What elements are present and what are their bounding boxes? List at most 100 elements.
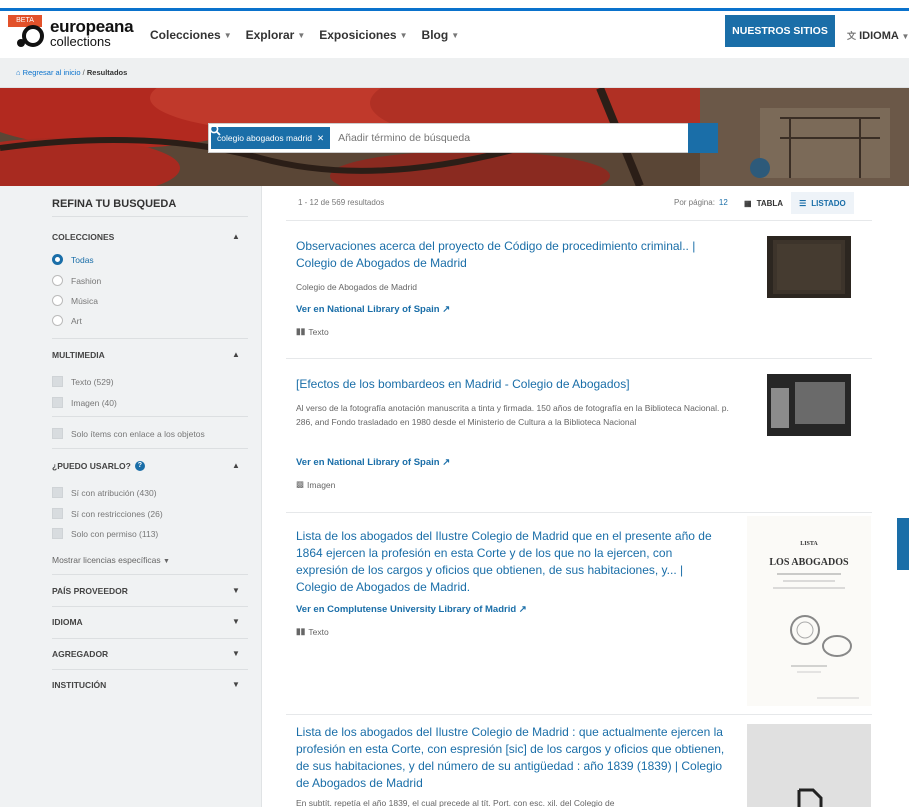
breadcrumb-home-link[interactable]: Regresar al inicio [23, 68, 81, 77]
facet-multimedia-title[interactable]: MULTIMEDIA [52, 350, 105, 360]
divider [52, 669, 248, 670]
chevron-down-icon[interactable]: ▼ [232, 617, 240, 626]
search-term-pill[interactable]: colegio abogados madrid ✕ [211, 127, 331, 149]
chevron-down-icon: ▼ [451, 30, 460, 40]
divider [52, 448, 248, 449]
divider [286, 512, 872, 513]
chevron-up-icon[interactable]: ▲ [232, 350, 240, 359]
book-icon: ▮▮ [296, 626, 306, 636]
divider [52, 574, 248, 575]
feedback-tab[interactable] [897, 518, 909, 570]
thumbnail-image [767, 374, 851, 436]
divider [286, 358, 872, 359]
checkbox-icon [52, 397, 63, 408]
view-toggle: ▦ TABLA ☰ LISTADO [736, 192, 854, 214]
divider [52, 216, 248, 217]
thumbnail-image [773, 573, 859, 699]
result-thumbnail-3[interactable]: LISTA LOS ABOGADOS [747, 516, 871, 706]
checkbox-icon [52, 376, 63, 387]
result-title-1[interactable]: Observaciones acerca del proyecto de Cód… [296, 238, 726, 272]
chevron-down-icon[interactable]: ▼ [232, 680, 240, 689]
divider [286, 714, 872, 715]
result-thumbnail-4[interactable] [747, 724, 871, 807]
per-page-selector[interactable]: Por página: 12 [674, 198, 728, 207]
language-selector[interactable]: 文 IDIOMA ▼ [847, 29, 909, 42]
facet-idioma-title[interactable]: IDIOMA [52, 617, 83, 627]
facet-pais-title[interactable]: PAÍS PROVEEDOR [52, 586, 128, 596]
chevron-down-icon: ▼ [901, 32, 909, 41]
facet-option-permiso[interactable]: Solo con permiso (113) [52, 528, 158, 539]
list-icon: ☰ [799, 198, 807, 208]
facet-option-todas[interactable]: Todas [52, 254, 94, 265]
checkbox-icon [52, 487, 63, 498]
breadcrumb-current: Resultados [86, 68, 128, 77]
view-table-button[interactable]: ▦ TABLA [736, 192, 791, 214]
facet-option-art[interactable]: Art [52, 315, 82, 326]
nav-colecciones[interactable]: Colecciones ▼ [150, 28, 232, 42]
main-nav: Colecciones ▼ Explorar ▼ Exposiciones ▼ Blo… [150, 28, 459, 42]
result-thumbnail-1[interactable] [767, 236, 851, 298]
divider [52, 606, 248, 607]
result-type-1: ▮▮ Texto [296, 326, 329, 337]
facet-option-musica[interactable]: Música [52, 295, 98, 306]
result-provider-link-3[interactable]: Ver en Complutense University Library of… [296, 604, 527, 615]
result-desc-2: Al verso de la fotografía anotación manu… [296, 403, 729, 427]
result-title-4[interactable]: Lista de los abogados del Ilustre Colegi… [296, 724, 726, 792]
result-provider-link-1[interactable]: Ver en National Library of Spain ↗ [296, 304, 450, 315]
external-link-icon: ↗ [442, 304, 451, 315]
europeana-logo[interactable]: BETA europeana collections [8, 15, 138, 57]
facet-option-linked[interactable]: Solo ítems con enlace a los objetos [52, 428, 205, 439]
nav-explorar[interactable]: Explorar ▼ [246, 28, 306, 42]
facet-option-restricciones[interactable]: Sí con restricciones (26) [52, 508, 163, 519]
results-count: 1 - 12 de 569 resultados [298, 198, 385, 207]
facet-option-imagen[interactable]: Imagen (40) [52, 397, 117, 408]
nuestros-sitios-button[interactable]: NUESTROS SITIOS [725, 15, 835, 47]
view-list-button[interactable]: ☰ LISTADO [791, 192, 854, 214]
result-provider-link-2[interactable]: Ver en National Library of Spain ↗ [296, 457, 450, 468]
facet-institucion-title[interactable]: INSTITUCIÓN [52, 680, 106, 690]
facet-usarlo-title[interactable]: ¿PUEDO USARLO?? [52, 461, 145, 471]
nav-exposiciones[interactable]: Exposiciones ▼ [319, 28, 407, 42]
search-button[interactable] [209, 123, 718, 153]
nav-blog[interactable]: Blog ▼ [422, 28, 460, 42]
chevron-up-icon[interactable]: ▲ [232, 232, 240, 241]
facet-colecciones-title[interactable]: COLECCIONES [52, 232, 114, 242]
result-thumbnail-2[interactable] [767, 374, 851, 436]
divider [52, 416, 248, 417]
divider [52, 638, 248, 639]
search-icon [209, 124, 221, 136]
checkbox-icon [52, 508, 63, 519]
result-title-2[interactable]: [Efectos de los bombardeos en Madrid - C… [296, 376, 726, 393]
result-type-2: ▩ Imagen [296, 479, 336, 490]
close-icon[interactable]: ✕ [317, 133, 324, 144]
help-icon[interactable]: ? [134, 461, 145, 471]
search-input[interactable] [338, 132, 688, 144]
external-link-icon: ↗ [518, 604, 527, 615]
chevron-down-icon[interactable]: ▼ [232, 649, 240, 658]
sidebar-title: REFINA TU BUSQUEDA [52, 198, 177, 210]
result-desc-1: Colegio de Abogados de Madrid [296, 282, 417, 292]
show-licenses-link[interactable]: Mostrar licencias específicas ▼ [52, 555, 170, 565]
result-desc-4: En subtít. repetía el año 1839, el cual … [296, 798, 615, 807]
grid-icon: ▦ [744, 198, 752, 208]
facet-option-fashion[interactable]: Fashion [52, 275, 101, 286]
hero-banner: colegio abogados madrid ✕ [0, 88, 909, 186]
facet-option-atribucion[interactable]: Sí con atribución (430) [52, 487, 157, 498]
chevron-down-icon[interactable]: ▼ [232, 586, 240, 595]
home-icon: ⌂ [16, 68, 21, 77]
chevron-down-icon: ▼ [223, 30, 232, 40]
result-title-3[interactable]: Lista de los abogados del Ilustre Colegi… [296, 528, 726, 596]
image-icon: ▩ [296, 479, 305, 489]
chevron-up-icon[interactable]: ▲ [232, 461, 240, 470]
site-header: BETA europeana collections Colecciones ▼ … [0, 8, 909, 58]
result-type-3: ▮▮ Texto [296, 626, 329, 637]
checkbox-icon [52, 428, 63, 439]
search-bar: colegio abogados madrid ✕ [208, 123, 718, 153]
chevron-down-icon: ▼ [163, 558, 170, 565]
logo-sub: collections [50, 34, 111, 49]
thumbnail-image [773, 240, 845, 294]
facet-option-texto[interactable]: Texto (529) [52, 376, 114, 387]
document-placeholder-icon [797, 788, 823, 807]
facet-agregador-title[interactable]: AGREGADOR [52, 649, 108, 659]
external-link-icon: ↗ [442, 457, 451, 468]
